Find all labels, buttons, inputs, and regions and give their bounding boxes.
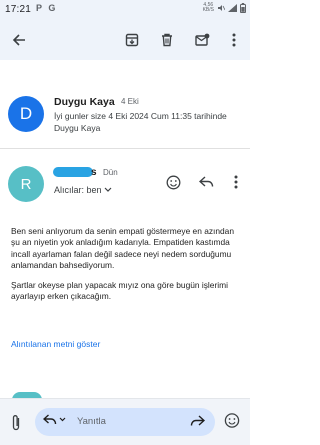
mark-unread-button[interactable] [190,28,214,52]
chevron-down-icon [104,187,111,192]
emoji-reaction-button[interactable] [224,412,241,434]
message-divider [0,148,250,149]
message-body: Ben seni anlıyorum da senin empati göste… [11,226,243,312]
bottom-reply-bar: Yanıtla [0,398,250,445]
sender-avatar-r[interactable]: R [8,166,44,202]
reply-placeholder[interactable]: Yanıtla [77,416,106,427]
forward-button[interactable] [190,414,206,432]
status-app-indicators: P G [36,3,58,13]
reply-compose-pill[interactable]: Yanıtla [35,408,215,436]
delete-button[interactable] [155,28,179,52]
reply-icon [43,414,57,425]
more-vert-icon [232,33,236,47]
back-arrow-icon [12,34,25,46]
thread-snippet[interactable]: İyi gunler size 4 Eki 2024 Cum 11:35 tar… [54,110,234,134]
show-quoted-text-link[interactable]: Alıntılanan metni göster [11,339,100,349]
thread-date: 4 Eki [121,97,139,106]
chevron-down-icon [59,417,66,422]
thread-sender-name[interactable]: Duygu Kaya [54,96,115,108]
more-vert-icon [234,175,238,189]
recipients-toggle[interactable]: Alıcılar: ben [54,185,112,195]
status-time: 17:21 [5,4,32,15]
message-paragraph-2: Şartlar okeyse plan yapacak mıyız ona gö… [11,280,228,302]
mute-icon [218,5,225,11]
add-emoji-icon [224,413,240,428]
message-more-button[interactable] [226,172,246,192]
message-paragraph-1: Ben seni anlıyorum da senin empati göste… [11,226,235,270]
status-right: 4,56 KB/S [203,3,246,13]
reply-message-button[interactable] [196,172,216,192]
redacted-sender-name [53,167,93,177]
attach-button[interactable] [7,413,25,433]
forward-icon [190,415,206,426]
add-emoji-icon [166,175,180,189]
add-reaction-button[interactable] [163,172,183,192]
reply-mode-selector[interactable] [43,414,66,425]
attach-icon [12,415,20,431]
sender-avatar-d[interactable]: D [8,96,44,132]
archive-button[interactable] [120,28,144,52]
recipients-label: Alıcılar: ben [54,185,102,195]
mark-unread-icon [194,33,209,46]
network-speed: 4,56 KB/S [202,2,214,13]
message-date: Dün [103,168,118,177]
archive-icon [125,33,139,47]
signal-icon [228,4,237,12]
back-button[interactable] [7,28,31,52]
more-options-button[interactable] [222,28,246,52]
reply-icon [198,176,213,187]
top-toolbar [0,20,250,60]
battery-icon [240,3,246,13]
status-bar: 17:21 P G 4,56 KB/S [0,0,250,20]
sender-name-suffix: s [91,167,97,178]
trash-icon [162,33,172,47]
